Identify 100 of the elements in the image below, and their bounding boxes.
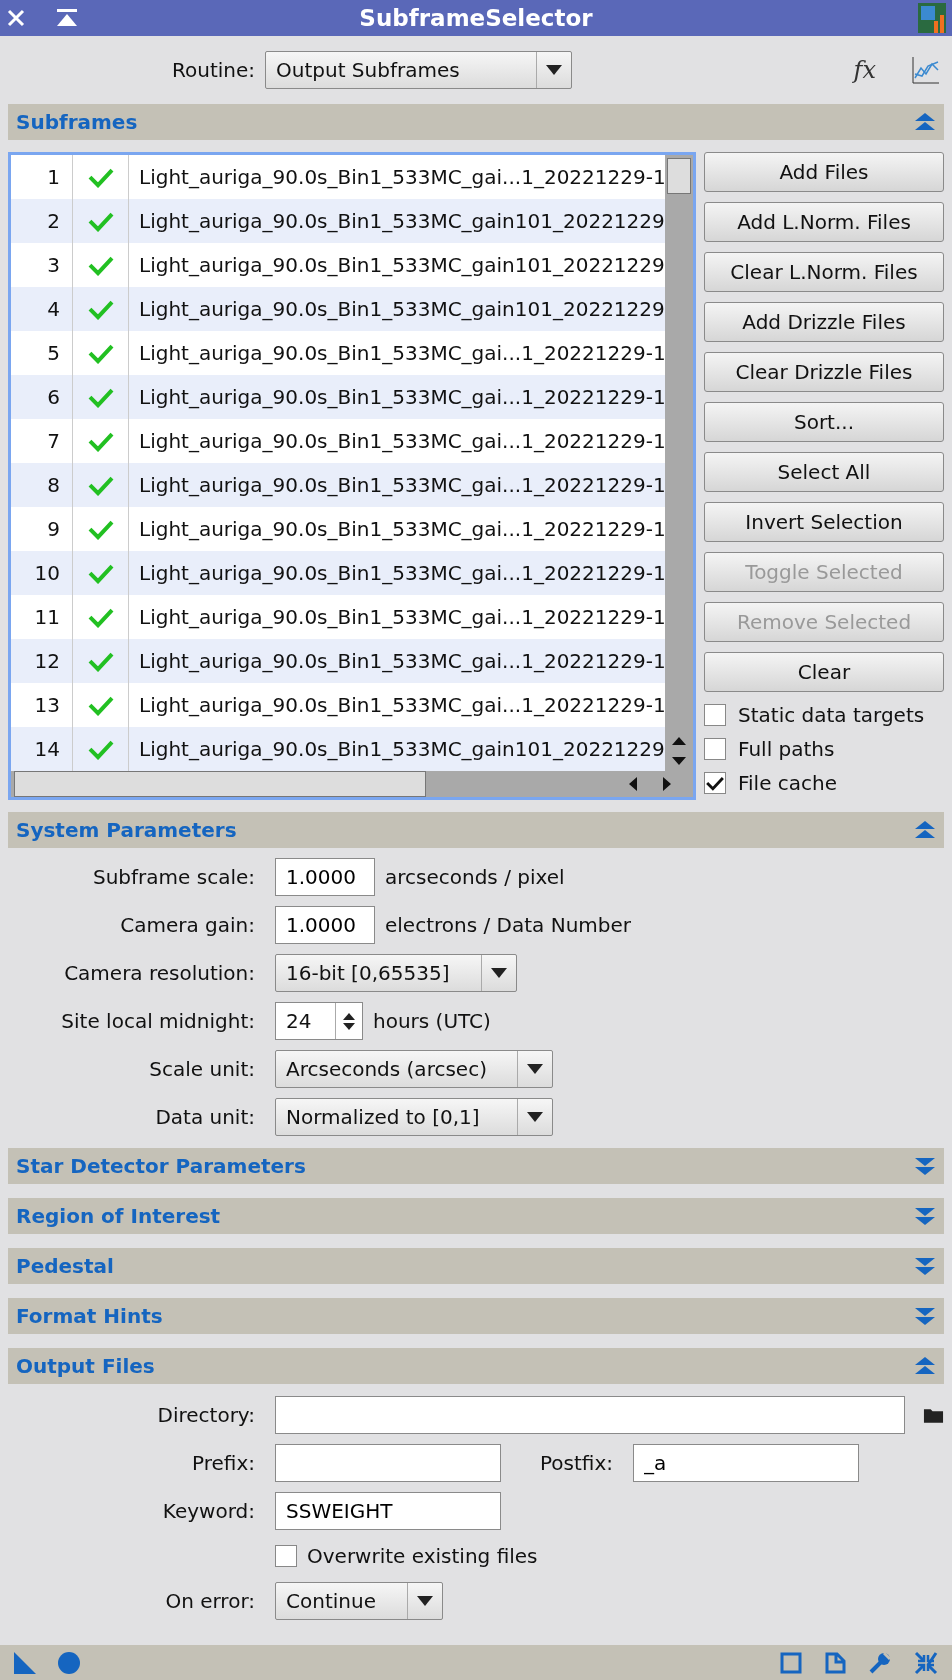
app-icon (918, 3, 946, 33)
dropdown-arrow-icon[interactable] (546, 65, 562, 75)
field-label: Data unit: (155, 1105, 255, 1129)
file-row[interactable]: 10 Light_auriga_90.0s_Bin1_533MC_gai...1_20221229-1 (11, 551, 665, 595)
dropdown[interactable]: 16-bit [0,65535] (275, 954, 517, 992)
file-name: Light_auriga_90.0s_Bin1_533MC_gai...1_20221229-1 (138, 385, 665, 409)
scroll-thumb[interactable] (667, 158, 691, 194)
function-button[interactable]: fx (853, 56, 876, 84)
chart-icon[interactable] (912, 56, 940, 84)
wrench-icon[interactable] (868, 1650, 892, 1675)
circle-icon[interactable] (58, 1651, 80, 1674)
collapse-icon[interactable] (914, 112, 936, 132)
spin-box[interactable]: 24 (275, 1002, 363, 1040)
dropdown-arrow-icon[interactable] (527, 1064, 543, 1074)
file-name: Light_auriga_90.0s_Bin1_533MC_gai...1_20221229-1 (138, 649, 665, 673)
postfix-field[interactable]: _a (633, 1444, 859, 1482)
checkbox-label: Full paths (738, 737, 835, 761)
field-label: Scale unit: (149, 1057, 255, 1081)
collapse-arrows-icon[interactable] (914, 1650, 938, 1675)
file-name: Light_auriga_90.0s_Bin1_533MC_gai...1_20221229-1 (138, 429, 665, 453)
close-icon[interactable] (6, 8, 26, 28)
expand-icon[interactable] (914, 1256, 936, 1276)
unit-label: arcseconds / pixel (385, 865, 565, 889)
action-button[interactable]: Sort... (704, 402, 944, 442)
dropdown-arrow-icon[interactable] (527, 1112, 543, 1122)
file-name: Light_auriga_90.0s_Bin1_533MC_gain101_20221229 (138, 253, 665, 277)
file-name: Light_auriga_90.0s_Bin1_533MC_gai...1_20221229-1 (138, 561, 665, 585)
checkbox[interactable] (275, 1545, 297, 1567)
shade-icon[interactable] (56, 8, 78, 28)
horizontal-scrollbar[interactable] (11, 771, 693, 797)
field-label: Keyword: (162, 1499, 255, 1523)
checkbox-label: File cache (738, 771, 838, 795)
file-name: Light_auriga_90.0s_Bin1_533MC_gai...1_20221229-1 (138, 473, 665, 497)
section-title: Star Detector Parameters (16, 1154, 307, 1178)
action-button[interactable]: Add Files (704, 152, 944, 192)
text-field[interactable]: 1.0000 (275, 906, 375, 944)
dropdown[interactable]: Output Subframes (265, 51, 572, 89)
checkbox[interactable] (704, 772, 726, 794)
action-button[interactable]: Invert Selection (704, 502, 944, 542)
file-name: Light_auriga_90.0s_Bin1_533MC_gai...1_20221229-1 (138, 517, 665, 541)
action-button[interactable]: Clear (704, 652, 944, 692)
file-name: Light_auriga_90.0s_Bin1_533MC_gain101_20221229 (138, 209, 665, 233)
section-title: Format Hints (16, 1304, 164, 1328)
file-name: Light_auriga_90.0s_Bin1_533MC_gai...1_20221229-1 (138, 341, 665, 365)
file-row[interactable]: 12 Light_auriga_90.0s_Bin1_533MC_gai...1_20221229-1 (11, 639, 665, 683)
field-label: Site local midnight: (61, 1009, 255, 1033)
action-button[interactable]: Clear Drizzle Files (704, 352, 944, 392)
triangle-icon[interactable] (14, 1651, 36, 1674)
checkbox-label: Static data targets (738, 703, 925, 727)
dropdown[interactable]: Continue (275, 1582, 443, 1620)
field-label: On error: (165, 1589, 255, 1613)
checkbox[interactable] (704, 704, 726, 726)
window-title: SubframeSelector (358, 5, 594, 31)
dropdown[interactable]: Normalized to [0,1] (275, 1098, 553, 1136)
section-title: Pedestal (16, 1254, 115, 1278)
field-label: Postfix: (539, 1451, 613, 1475)
file-name: Light_auriga_90.0s_Bin1_533MC_gain101_20221229 (138, 737, 665, 761)
file-name: Light_auriga_90.0s_Bin1_533MC_gai...1_20221229-1 (138, 605, 665, 629)
directory-field[interactable] (275, 1396, 905, 1434)
checkbox-label: Overwrite existing files (307, 1544, 538, 1568)
prefix-field[interactable] (275, 1444, 501, 1482)
action-button[interactable]: Select All (704, 452, 944, 492)
collapse-icon[interactable] (914, 820, 936, 840)
text-field[interactable]: 1.0000 (275, 858, 375, 896)
file-row[interactable]: 2 Light_auriga_90.0s_Bin1_533MC_gain101_20221229 (11, 199, 665, 243)
square-icon[interactable] (780, 1651, 802, 1674)
dropdown-arrow-icon[interactable] (491, 968, 507, 978)
expand-icon[interactable] (914, 1156, 936, 1176)
section-title: Region of Interest (16, 1204, 222, 1228)
checkbox[interactable] (704, 738, 726, 760)
section-title: Output Files (16, 1354, 156, 1378)
folder-icon[interactable] (923, 1406, 944, 1424)
collapse-icon[interactable] (914, 1356, 936, 1376)
section-title: System Parameters (16, 818, 238, 842)
file-name: Light_auriga_90.0s_Bin1_533MC_gai...1_20221229-1 (138, 165, 665, 189)
unit-label: hours (UTC) (373, 1009, 491, 1033)
section-title: Subframes (16, 110, 139, 134)
dropdown[interactable]: Arcseconds (arcsec) (275, 1050, 553, 1088)
field-label: Camera resolution: (64, 961, 255, 985)
field-label: Prefix: (192, 1451, 255, 1475)
field-label: Subframe scale: (93, 865, 255, 889)
field-label: Routine: (171, 58, 255, 82)
dropdown-arrow-icon[interactable] (417, 1596, 433, 1606)
expand-icon[interactable] (914, 1206, 936, 1226)
scroll-thumb[interactable] (14, 771, 426, 797)
file-row[interactable]: 14 Light_auriga_90.0s_Bin1_533MC_gain101_20221229 (11, 727, 665, 771)
expand-icon[interactable] (914, 1306, 936, 1326)
file-row[interactable]: 8 Light_auriga_90.0s_Bin1_533MC_gai...1_20221229-1 (11, 463, 665, 507)
keyword-field[interactable]: SSWEIGHT (275, 1492, 501, 1530)
file-name: Light_auriga_90.0s_Bin1_533MC_gain101_20221229 (138, 297, 665, 321)
file-row[interactable]: 6 Light_auriga_90.0s_Bin1_533MC_gai...1_20221229-1 (11, 375, 665, 419)
vertical-scrollbar[interactable] (665, 155, 693, 771)
document-icon[interactable] (824, 1651, 846, 1674)
action-button[interactable]: Add L.Norm. Files (704, 202, 944, 242)
field-label: Camera gain: (120, 913, 255, 937)
file-row[interactable]: 4 Light_auriga_90.0s_Bin1_533MC_gain101_20221229 (11, 287, 665, 331)
file-name: Light_auriga_90.0s_Bin1_533MC_gai...1_20221229-1 (138, 693, 665, 717)
unit-label: electrons / Data Number (385, 913, 632, 937)
action-button[interactable]: Clear L.Norm. Files (704, 252, 944, 292)
action-button[interactable]: Add Drizzle Files (704, 302, 944, 342)
